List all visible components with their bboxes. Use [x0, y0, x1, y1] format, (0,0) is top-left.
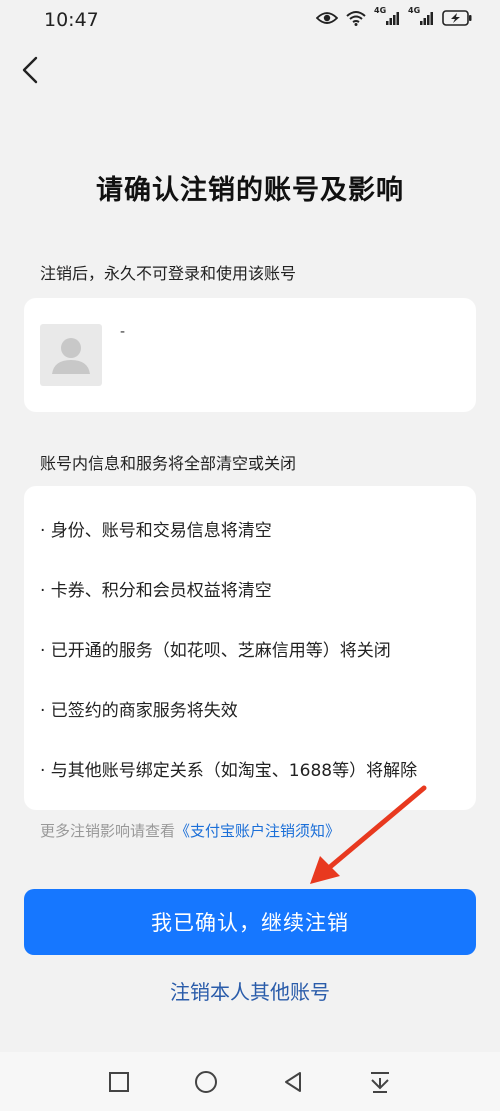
system-nav-bar — [0, 1052, 500, 1111]
account-name: - — [120, 324, 126, 340]
status-time: 10:47 — [44, 9, 99, 31]
battery-charging-icon — [442, 10, 472, 26]
recents-button[interactable] — [106, 1069, 132, 1095]
list-item: · 与其他账号绑定关系（如淘宝、1688等）将解除 — [40, 761, 418, 781]
notice-text: 更多注销影响请查看《支付宝账户注销须知》 — [40, 820, 340, 841]
cancellation-terms-link[interactable]: 《支付宝账户注销须知》 — [175, 822, 340, 840]
list-item: · 身份、账号和交易信息将清空 — [40, 521, 272, 541]
chevron-left-icon — [22, 56, 38, 84]
user-avatar-icon — [52, 338, 90, 374]
square-recents-icon — [109, 1072, 129, 1092]
signal-icon: 4G — [408, 6, 434, 26]
back-button[interactable] — [12, 52, 52, 92]
account-card: - — [24, 298, 476, 412]
info-card: · 身份、账号和交易信息将清空 · 卡券、积分和会员权益将清空 · 已开通的服务… — [24, 486, 476, 810]
avatar — [40, 324, 102, 386]
list-item: · 卡券、积分和会员权益将清空 — [40, 581, 272, 601]
nav-back-button[interactable] — [280, 1069, 306, 1095]
wifi-icon — [346, 11, 366, 26]
status-bar: 10:47 4G 4G — [0, 0, 500, 40]
page-title: 请确认注销的账号及影响 — [96, 175, 404, 206]
notice-prefix: 更多注销影响请查看 — [40, 822, 176, 840]
list-item: · 已签约的商家服务将失效 — [40, 701, 238, 721]
account-section-label: 注销后，永久不可登录和使用该账号 — [40, 264, 297, 283]
home-button[interactable] — [193, 1069, 219, 1095]
circle-home-icon — [195, 1071, 217, 1093]
notification-pull-button[interactable] — [367, 1069, 393, 1095]
cancel-other-account-link[interactable]: 注销本人其他账号 — [0, 976, 500, 1005]
download-arrow-icon — [371, 1072, 389, 1093]
status-icons: 4G 4G — [316, 6, 472, 26]
eye-icon — [316, 12, 338, 24]
triangle-back-icon — [285, 1072, 301, 1092]
signal-icon: 4G — [374, 6, 400, 26]
confirm-cancel-button[interactable]: 我已确认，继续注销 — [24, 889, 476, 955]
list-item: · 已开通的服务（如花呗、芝麻信用等）将关闭 — [40, 641, 391, 661]
info-section-label: 账号内信息和服务将全部清空或关闭 — [40, 454, 297, 473]
